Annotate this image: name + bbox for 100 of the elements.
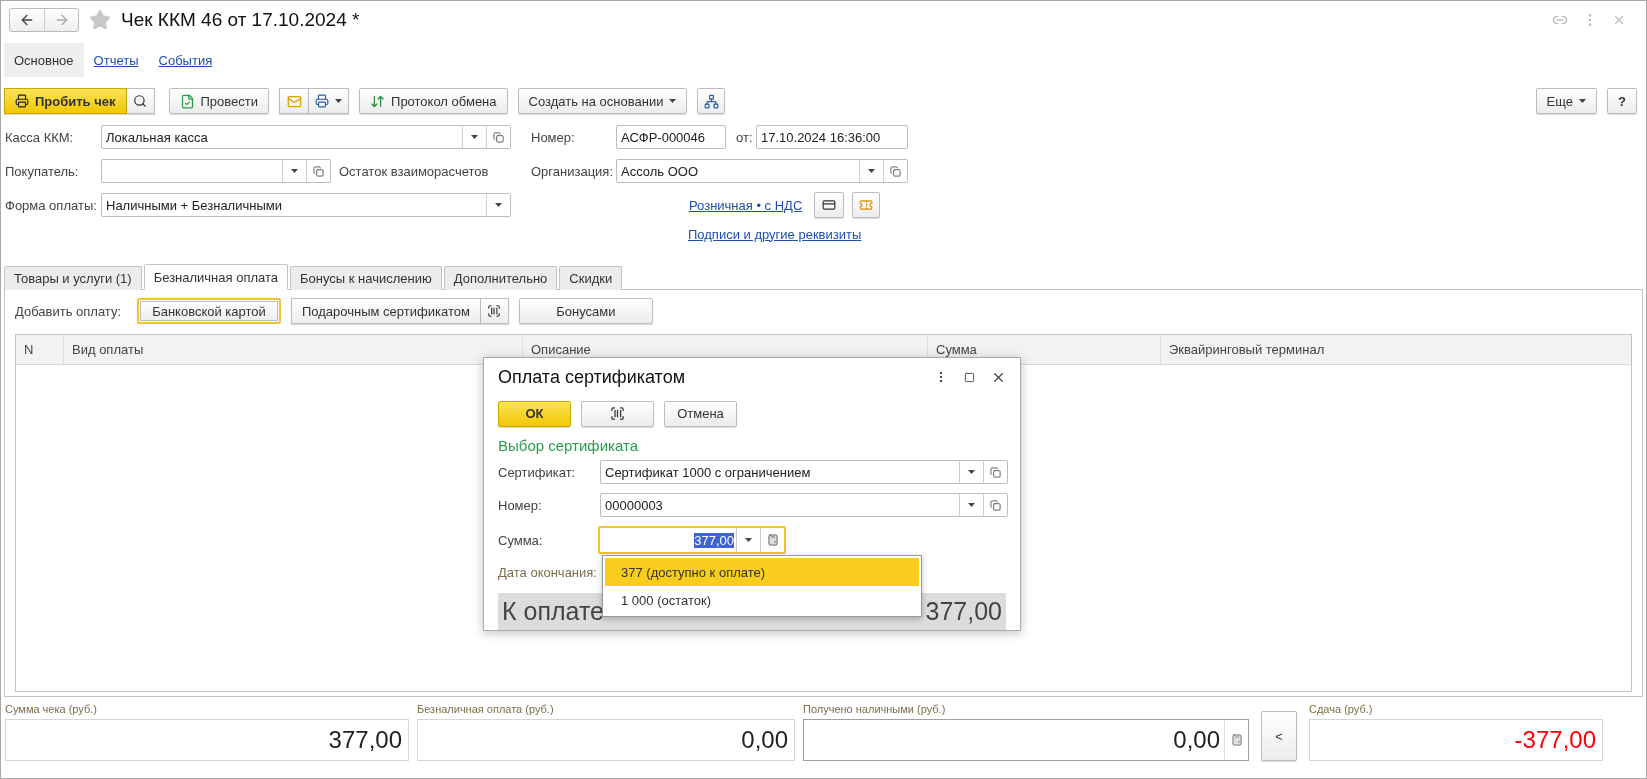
dropdown-button[interactable] [486, 194, 510, 216]
total-label: Сумма чека (руб.) [5, 703, 98, 717]
barcode-button[interactable] [581, 400, 654, 427]
printer-icon [315, 94, 330, 108]
nav-tab[interactable]: Основное [4, 43, 84, 77]
open-button[interactable] [306, 160, 330, 182]
column-header: N [23, 341, 35, 359]
star-icon[interactable] [89, 9, 111, 31]
dialog-title: Оплата сертификатом [498, 366, 686, 388]
caret-icon [669, 99, 677, 103]
field-label: Сумма: [498, 532, 544, 548]
caret-icon [868, 169, 875, 173]
tab[interactable]: Товары и услуги (1) [4, 266, 142, 290]
window-title: Чек ККМ 46 от 17.10.2024 * [121, 9, 360, 31]
open-icon [313, 165, 324, 177]
hierarchy-icon [703, 93, 719, 109]
field-label: Касса ККМ: [5, 129, 75, 145]
total-label: Сдача (руб.) [1309, 703, 1374, 717]
search-button[interactable] [126, 88, 155, 114]
select-field[interactable]: Наличными + Безналичными [101, 193, 511, 217]
nav-tab[interactable]: События [148, 43, 223, 77]
total-field: 377,00 [5, 719, 409, 761]
caret-icon [291, 169, 298, 173]
field-label: Покупатель: [5, 163, 80, 179]
signatures-link[interactable]: Подписи и другие реквизиты [688, 226, 862, 242]
number-field[interactable]: АСФР-000046 [616, 125, 726, 149]
nav-tab[interactable]: Отчеты [83, 43, 149, 77]
caret-icon [745, 538, 752, 543]
due-amount: 377,00 [925, 597, 1002, 627]
help-button[interactable]: ? [1607, 88, 1637, 114]
print-button[interactable] [309, 88, 350, 114]
calculator-icon [766, 534, 779, 547]
coupon-button[interactable] [852, 192, 881, 218]
field-label: Сертификат: [498, 464, 577, 480]
arrows-icon [370, 93, 386, 109]
caret-icon [471, 135, 478, 139]
card-icon [822, 198, 837, 212]
total-label: Безналичная оплата (руб.) [417, 703, 555, 717]
tab[interactable]: Скидки [559, 266, 623, 290]
caret-icon [335, 99, 343, 103]
price-type-link[interactable]: Розничная • с НДС [689, 197, 803, 213]
amount-field[interactable]: 377,00 [598, 526, 786, 555]
field-label: Номер: [498, 497, 543, 513]
add-payment-button[interactable]: Подарочным сертификатом [291, 298, 481, 324]
open-icon [890, 165, 901, 177]
print-receipt-button[interactable]: Пробить чек [4, 88, 127, 114]
ticket-icon [859, 198, 874, 212]
structure-button[interactable] [697, 88, 726, 114]
section-heading: Выбор сертификата [498, 436, 639, 454]
add-payment-button[interactable]: Бонусами [518, 298, 653, 324]
field-label: Форма оплаты: [5, 197, 98, 213]
ok-button[interactable]: ОК [498, 400, 571, 427]
total-field: -377,00 [1309, 719, 1603, 761]
barcode-icon [610, 406, 625, 422]
select-field[interactable]: Локальная касса [101, 125, 511, 149]
add-payment-label: Добавить оплату: [15, 303, 123, 319]
select-field[interactable] [101, 159, 331, 183]
maximize-icon[interactable] [964, 371, 975, 383]
balance-label: Остаток взаиморасчетов [339, 163, 490, 179]
barcode-button[interactable] [480, 298, 509, 324]
select-field[interactable]: 00000003 [600, 493, 1008, 518]
total-label: Получено наличными (руб.) [803, 703, 947, 717]
field-label: от: [736, 129, 754, 145]
tab[interactable]: Дополнительно [443, 266, 558, 290]
envelope-icon [286, 93, 302, 109]
tab[interactable]: Безналичная оплата [143, 264, 289, 290]
total-field: 0,00 [417, 719, 795, 761]
open-icon [493, 131, 504, 143]
field-label: Номер: [531, 129, 576, 145]
more-button[interactable]: Еще [1535, 88, 1597, 114]
select-field[interactable]: Ассоль ООО [616, 159, 908, 183]
add-payment-button[interactable]: Банковской картой [137, 298, 281, 324]
card-button[interactable] [814, 192, 845, 218]
open-button[interactable] [486, 126, 510, 148]
search-icon [133, 94, 147, 108]
document-icon [179, 93, 195, 109]
date-field[interactable]: 17.10.2024 16:36:00 [756, 125, 908, 149]
exchange-log-button[interactable]: Протокол обмена [359, 88, 508, 114]
open-button[interactable] [983, 461, 1007, 484]
due-label: К оплате [502, 597, 604, 627]
cancel-button[interactable]: Отмена [664, 400, 737, 427]
dropdown-option[interactable]: 377 (доступно к оплате) [605, 558, 919, 586]
select-field[interactable]: Сертификат 1000 с ограничением [600, 460, 1008, 485]
create-based-on-button[interactable]: Создать на основании [517, 88, 688, 114]
open-icon [990, 466, 1001, 478]
caret-icon [968, 470, 975, 475]
cash-received-field[interactable]: 0,00 [803, 719, 1249, 761]
caret-icon [495, 203, 502, 207]
post-button[interactable]: Провести [168, 88, 270, 114]
column-header: Эквайринговый терминал [1160, 335, 1631, 364]
open-icon [990, 499, 1001, 511]
tab[interactable]: Бонусы к начислению [290, 266, 442, 290]
open-button[interactable] [883, 160, 907, 182]
caret-icon [968, 503, 975, 508]
printer-icon [15, 94, 29, 108]
open-button[interactable] [983, 494, 1007, 517]
arrow-left-icon [19, 12, 35, 28]
barcode-icon [487, 304, 502, 318]
calculator-icon [1230, 734, 1243, 746]
move-button[interactable]: < [1261, 711, 1297, 761]
